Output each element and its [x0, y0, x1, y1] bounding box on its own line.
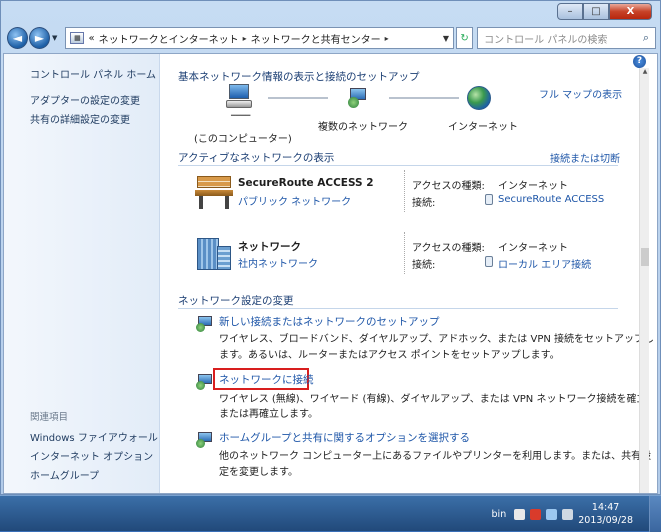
multiple-networks-label: 複数のネットワーク [318, 122, 408, 133]
scroll-up-icon[interactable]: ▲ [640, 68, 650, 78]
sidebar: コントロール パネル ホーム アダプターの設定の変更 共有の詳細設定の変更 関連… [4, 54, 160, 493]
wireless-signal-icon [485, 194, 493, 205]
network-1-connection-label: 接続: [412, 198, 436, 209]
caption-buttons: – □ X [557, 3, 652, 20]
breadcrumb-overflow[interactable]: « [88, 33, 94, 44]
clock-time: 14:47 [591, 502, 620, 513]
sidebar-internet-options[interactable]: インターネット オプション [30, 448, 153, 463]
connection-line [268, 97, 328, 99]
search-placeholder: コントロール パネルの検索 [484, 34, 608, 46]
sidebar-homegroup[interactable]: ホームグループ [30, 467, 99, 482]
breadcrumb-separator-icon[interactable]: ▸ [243, 34, 247, 43]
network-2-access-value: インターネット [498, 243, 568, 254]
multiple-networks-icon [348, 88, 370, 108]
computer-icon [226, 84, 252, 108]
column-divider [404, 232, 405, 274]
main-panel: ? 基本ネットワーク情報の表示と接続のセットアップ フル マップの表示 ━━━━… [161, 54, 654, 493]
search-input[interactable]: コントロール パネルの検索 ⌕ [477, 27, 656, 49]
internet-globe-icon [467, 86, 491, 110]
page-title: 基本ネットワーク情報の表示と接続のセットアップ [178, 71, 420, 83]
clock-date: 2013/09/28 [578, 515, 633, 526]
language-indicator[interactable]: bin [492, 509, 507, 520]
tray-arrow-icon[interactable] [514, 508, 526, 520]
change-settings-title: ネットワーク設定の変更 [178, 295, 294, 307]
forward-button[interactable]: ► [28, 27, 50, 49]
section-divider [178, 165, 618, 166]
clock[interactable]: 14:47 2013/09/28 [578, 501, 633, 527]
network-1-category-link[interactable]: パブリック ネットワーク [238, 193, 351, 208]
computer-label: (このコンピューター) [194, 134, 292, 145]
see-also-heading: 関連項目 [30, 412, 69, 423]
network-2-connection-link[interactable]: ローカル エリア接続 [498, 256, 591, 271]
network-2-access-label: アクセスの種類: [412, 243, 485, 254]
network-1-access-value: インターネット [498, 181, 568, 192]
network-1-name: SecureRoute ACCESS 2 [238, 177, 374, 189]
connect-network-icon [196, 374, 214, 390]
network-2-name: ネットワーク [238, 241, 301, 253]
recent-pages-dropdown[interactable]: ▼ [52, 34, 61, 42]
homegroup-options-link[interactable]: ホームグループと共有に関するオプションを選択する [219, 430, 470, 445]
internet-label: インターネット [448, 122, 518, 133]
homegroup-desc-2: 定を変更します。 [219, 467, 298, 478]
connect-disconnect-link[interactable]: 接続または切断 [550, 150, 620, 165]
computer-name: ━━━━ [231, 111, 251, 120]
vertical-scrollbar[interactable]: ▲ [639, 68, 650, 493]
setup-connection-link[interactable]: 新しい接続またはネットワークのセットアップ [219, 314, 440, 329]
volume-icon[interactable] [562, 508, 574, 520]
full-map-link[interactable]: フル マップの表示 [539, 86, 622, 101]
active-networks-title: アクティブなネットワークの表示 [178, 152, 335, 164]
minimize-button[interactable]: – [557, 3, 583, 20]
network-1-connection-link[interactable]: SecureRoute ACCESS [498, 194, 604, 205]
sidebar-adapter-settings[interactable]: アダプターの設定の変更 [30, 92, 140, 107]
column-divider [404, 170, 405, 212]
search-icon[interactable]: ⌕ [637, 31, 655, 45]
sidebar-advanced-sharing[interactable]: 共有の詳細設定の変更 [30, 111, 130, 126]
network-2-connection-label: 接続: [412, 260, 436, 271]
maximize-button[interactable]: □ [583, 3, 609, 20]
breadcrumb-network-center[interactable]: ネットワークと共有センター [251, 31, 381, 46]
close-button[interactable]: X [609, 3, 652, 20]
section-divider [178, 308, 618, 309]
back-button[interactable]: ◄ [7, 27, 28, 49]
address-bar[interactable]: ▦ « ネットワークとインターネット ▸ ネットワークと共有センター ▸ ▼ [65, 27, 454, 49]
address-dropdown-icon[interactable]: ▼ [439, 34, 453, 43]
content-area: コントロール パネル ホーム アダプターの設定の変更 共有の詳細設定の変更 関連… [3, 53, 658, 494]
breadcrumb-network-internet[interactable]: ネットワークとインターネット [99, 31, 239, 46]
setup-connection-desc-1: ワイヤレス、ブロードバンド、ダイヤルアップ、アドホック、または VPN 接続をセ… [219, 334, 655, 345]
scroll-thumb[interactable] [641, 248, 649, 266]
connection-line [389, 97, 459, 99]
network-1-access-label: アクセスの種類: [412, 181, 485, 192]
network-tray-icon[interactable] [546, 508, 558, 520]
help-icon[interactable]: ? [633, 55, 646, 68]
homegroup-icon [196, 432, 214, 448]
work-network-building-icon [193, 234, 233, 270]
connect-network-desc-1: ワイヤレス (無線)、ワイヤード (有線)、ダイヤルアップ、または VPN ネッ… [219, 394, 647, 405]
control-panel-icon: ▦ [70, 32, 85, 44]
sidebar-control-panel-home[interactable]: コントロール パネル ホーム [30, 66, 156, 81]
navigation-bar: ◄ ► ▼ ▦ « ネットワークとインターネット ▸ ネットワークと共有センター… [7, 25, 656, 51]
public-network-bench-icon [193, 174, 235, 210]
action-center-icon[interactable] [530, 508, 542, 520]
connect-to-network-link[interactable]: ネットワークに接続 [219, 372, 314, 387]
refresh-icon[interactable]: ↻ [455, 27, 474, 49]
taskbar: bin 14:47 2013/09/28 [0, 495, 661, 532]
show-desktop-button[interactable] [649, 496, 661, 532]
sidebar-windows-firewall[interactable]: Windows ファイアウォール [30, 429, 158, 444]
breadcrumb-separator-icon[interactable]: ▸ [385, 34, 389, 43]
connect-network-desc-2: または再確立します。 [219, 409, 318, 420]
network-2-category-link[interactable]: 社内ネットワーク [238, 255, 318, 270]
homegroup-desc-1: 他のネットワーク コンピューター上にあるファイルやプリンターを利用します。または… [219, 451, 652, 462]
control-panel-window: – □ X ◄ ► ▼ ▦ « ネットワークとインターネット ▸ ネットワークと… [0, 0, 661, 495]
setup-connection-desc-2: ます。あるいは、ルーターまたはアクセス ポイントをセットアップします。 [219, 350, 560, 361]
setup-connection-icon [196, 316, 214, 332]
system-tray: bin 14:47 2013/09/28 [492, 496, 661, 532]
ethernet-plug-icon [485, 256, 493, 267]
